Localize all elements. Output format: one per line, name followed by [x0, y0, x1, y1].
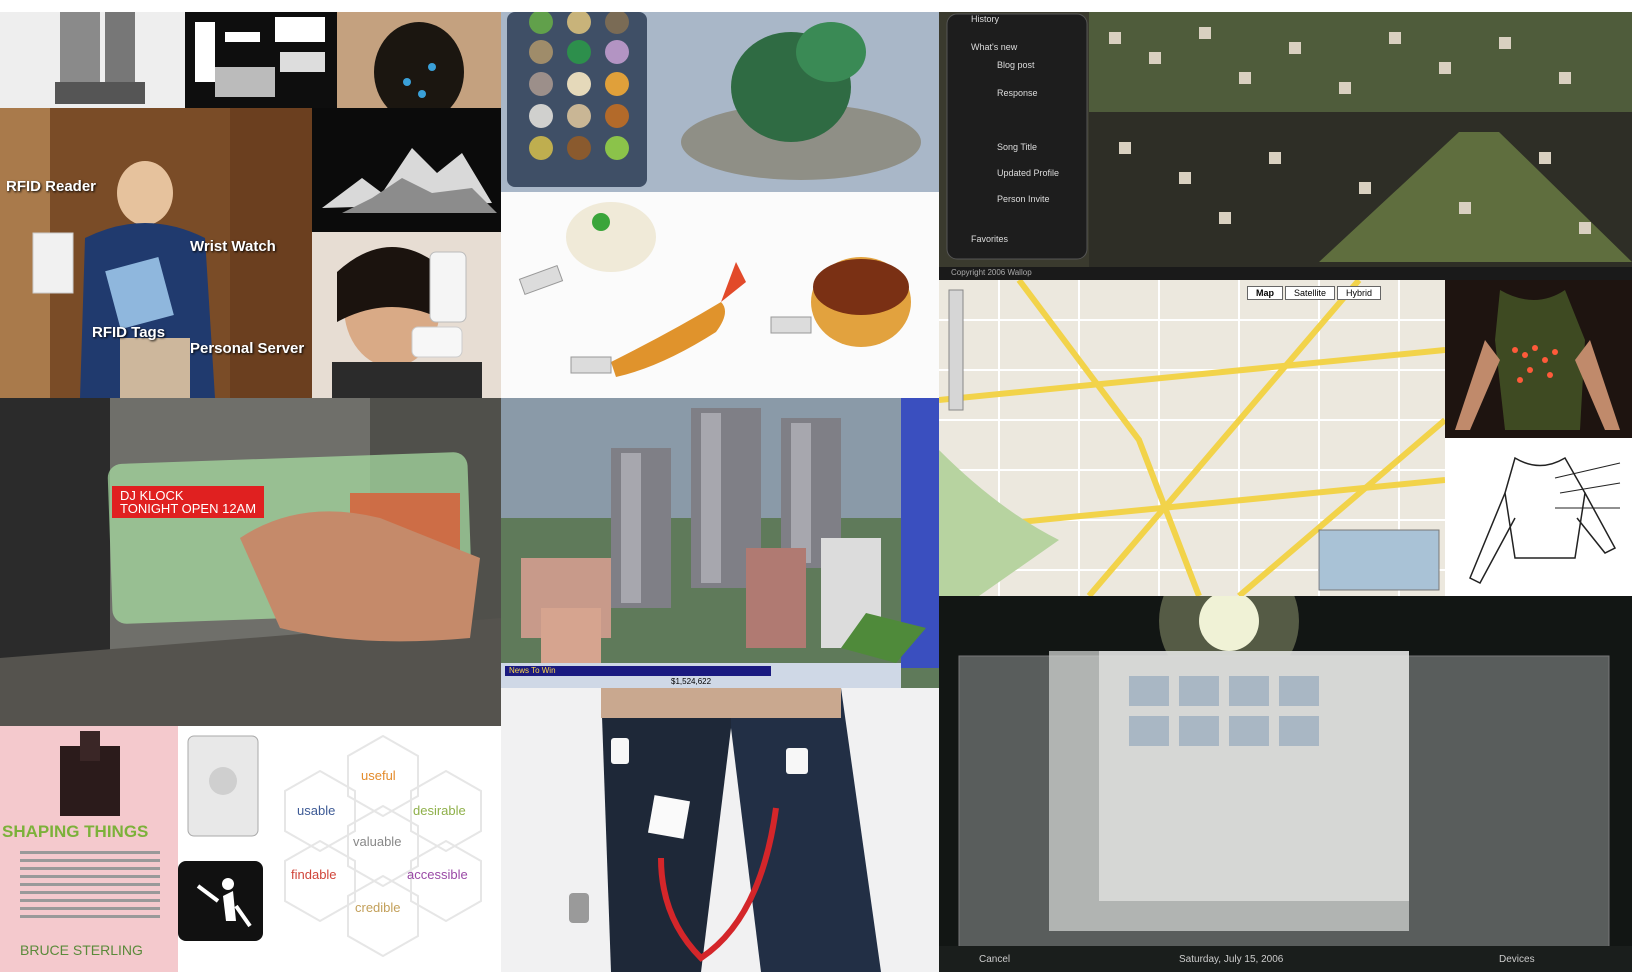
wallop-feed-item[interactable]: Person Invite: [997, 194, 1050, 204]
wallop-history-tab[interactable]: History: [971, 14, 999, 24]
dj-klock-line2: TONIGHT OPEN 12AM: [120, 501, 257, 516]
ipod-jeans-photo: [501, 688, 939, 972]
personal-server-label: Personal Server: [190, 340, 305, 357]
satellite-button[interactable]: Satellite: [1285, 286, 1336, 300]
terrain-render: [312, 108, 501, 232]
led-shirt-photo: [1445, 280, 1632, 438]
honeycomb-accessible: accessible: [407, 867, 468, 882]
rfid-reader-label: RFID Reader: [6, 178, 97, 195]
simcity-news-label: News To Win: [509, 666, 556, 675]
honeycomb-credible: credible: [355, 900, 401, 915]
robot-legs-photo: [0, 12, 185, 108]
map-screenshot: Map Satellite Hybrid: [939, 280, 1445, 596]
transparent-phone-concept: DJ KLOCK TONIGHT OPEN 12AM: [0, 398, 501, 726]
ipod-and-gesture-icons: [178, 726, 273, 972]
shirt-patent-sketch: [1445, 438, 1632, 596]
map-type-controls: Map Satellite Hybrid: [1247, 286, 1382, 300]
usability-honeycomb: useful usable desirable valuable findabl…: [273, 726, 501, 972]
rfid-photo: RFID Reader Wrist Watch RFID Tags Person…: [0, 108, 312, 398]
wrist-watch-label: Wrist Watch: [190, 238, 276, 255]
simcity-screenshot: News To Win $1,524,622: [501, 398, 939, 688]
dj-klock-banner: DJ KLOCK TONIGHT OPEN 12AM: [112, 486, 265, 518]
desktop-date: Saturday, July 15, 2006: [1179, 954, 1284, 965]
wallop-feed-item[interactable]: Updated Profile: [997, 168, 1059, 178]
simcity-news-ticker: News To Win: [505, 666, 771, 676]
dress-photo: [337, 12, 501, 108]
rfid-tags-label: RFID Tags: [92, 324, 166, 341]
galaxy-desktop-screenshot: Cancel Saturday, July 15, 2006 Devices: [939, 596, 1632, 972]
desktop-cancel[interactable]: Cancel: [979, 954, 1010, 965]
book-title: SHAPING THINGS: [2, 822, 149, 841]
map-button[interactable]: Map: [1247, 286, 1283, 300]
wallop-favorites-tab[interactable]: Favorites: [971, 234, 1008, 244]
food-usb-drives-photo: [501, 192, 939, 398]
woman-phone-photo: [312, 232, 501, 398]
wallop-whats-new-tab[interactable]: What's new: [971, 42, 1017, 52]
wallop-panel: History What's new Blog post Response So…: [953, 12, 1081, 257]
shaping-things-book: SHAPING THINGS BRUCE STERLING: [0, 726, 178, 972]
hybrid-button[interactable]: Hybrid: [1337, 286, 1382, 300]
typography-photo: [185, 12, 337, 108]
desktop-devices[interactable]: Devices: [1499, 954, 1535, 965]
honeycomb-usable: usable: [297, 803, 336, 818]
book-author: BRUCE STERLING: [20, 942, 143, 958]
honeycomb-desirable: desirable: [413, 803, 466, 818]
creature-editor-screenshot: [501, 12, 939, 192]
collage: RFID Reader Wrist Watch RFID Tags Person…: [0, 12, 1632, 972]
wallop-feed-item[interactable]: Song Title: [997, 142, 1037, 152]
wallop-feed-item[interactable]: Blog post: [997, 60, 1035, 70]
honeycomb-useful: useful: [361, 768, 396, 783]
wallop-copyright: Copyright 2006 Wallop: [951, 268, 1032, 277]
honeycomb-valuable: valuable: [353, 834, 402, 849]
wallop-app-screenshot: History What's new Blog post Response So…: [939, 12, 1632, 280]
honeycomb-findable: findable: [291, 867, 337, 882]
simcity-funds: $1,524,622: [671, 677, 712, 686]
wallop-feed-item[interactable]: Response: [997, 88, 1038, 98]
